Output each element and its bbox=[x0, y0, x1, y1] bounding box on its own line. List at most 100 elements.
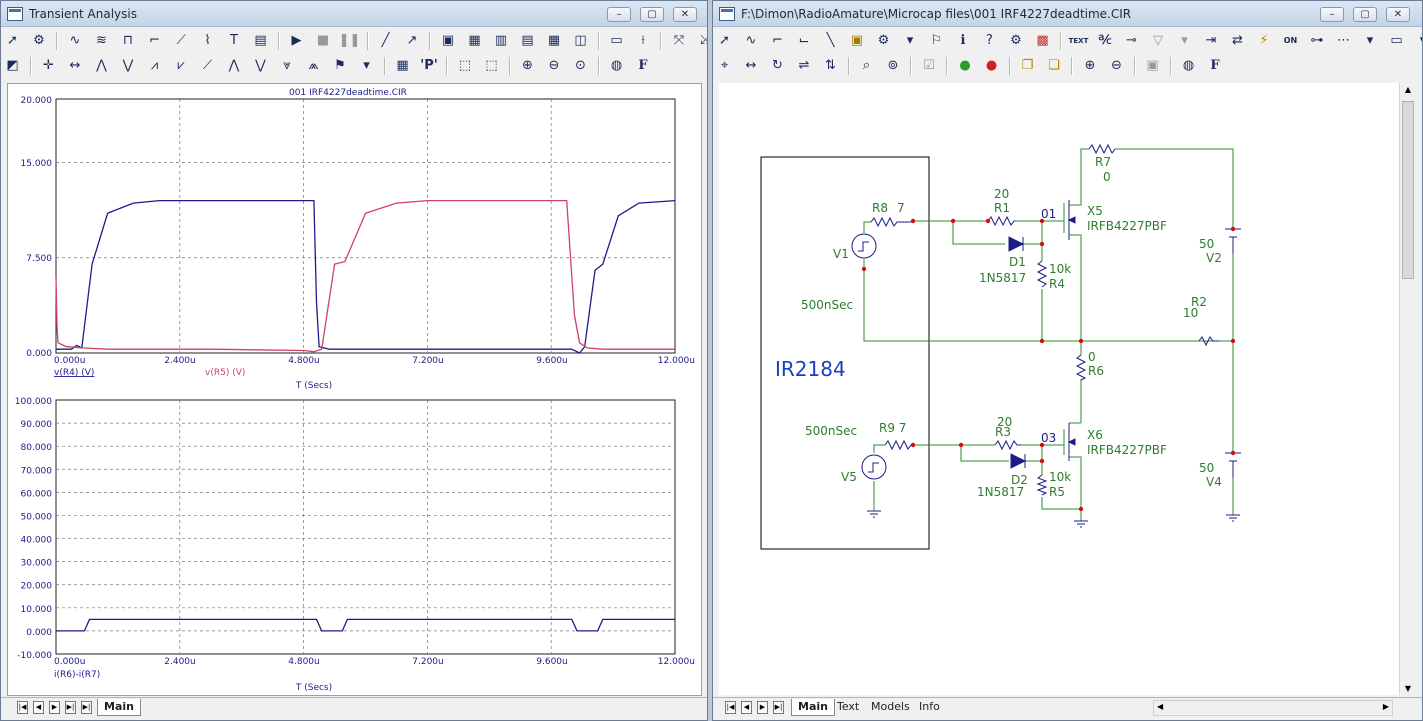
wire-icon[interactable]: ⌐ bbox=[766, 30, 789, 52]
cursor-icon[interactable]: ⟊ bbox=[632, 30, 655, 52]
graph-icon[interactable]: ⌇ bbox=[196, 30, 219, 52]
flip-horizontal-icon[interactable]: ↔ bbox=[740, 55, 763, 77]
select-arrow-icon[interactable]: ➚ bbox=[1, 30, 24, 52]
peak-icon[interactable]: ✛ bbox=[37, 55, 60, 77]
arrow-line-icon[interactable]: ↗ bbox=[401, 30, 424, 52]
stop-icon[interactable]: ■ bbox=[312, 30, 335, 52]
component-dropdown-icon[interactable]: ▾ bbox=[899, 30, 922, 52]
page-icon[interactable]: ▭ bbox=[1385, 30, 1408, 52]
color-palette-icon[interactable]: ◍ bbox=[1177, 55, 1200, 77]
tab-models[interactable]: Models bbox=[865, 699, 916, 716]
on-icon[interactable]: ON bbox=[1279, 30, 1302, 52]
properties-icon[interactable]: ▤ bbox=[249, 30, 272, 52]
text-icon[interactable]: T bbox=[223, 30, 246, 52]
legend-i-r6-r7[interactable]: i(R6)-i(R7) bbox=[54, 670, 100, 680]
grid-text-icon[interactable]: ▽ bbox=[1147, 30, 1170, 52]
maximize-button[interactable]: ▢ bbox=[640, 7, 664, 22]
step-icon[interactable]: ⌐ bbox=[143, 30, 166, 52]
low-icon[interactable]: ⋁ bbox=[117, 55, 140, 77]
horizontal-grid-icon[interactable]: ▤ bbox=[516, 30, 539, 52]
right-titlebar[interactable]: F:\Dimon\RadioAmature\Microcap files\001… bbox=[713, 1, 1422, 27]
tag-mode-icon[interactable]: ⬚ bbox=[454, 55, 477, 77]
probe-icon[interactable]: ⤧ bbox=[668, 30, 691, 52]
stop-red-icon[interactable]: ● bbox=[980, 55, 1003, 77]
go-to-y-icon[interactable]: ⩕ bbox=[302, 55, 325, 77]
tab-main[interactable]: Main bbox=[791, 699, 835, 716]
table-icon[interactable]: ▦ bbox=[391, 55, 414, 77]
close-button[interactable]: ✕ bbox=[1386, 7, 1410, 22]
ortho-wire-icon[interactable]: ⌙ bbox=[793, 30, 816, 52]
legend-v-r5[interactable]: v(R5) (V) bbox=[205, 368, 245, 378]
label-p-icon[interactable]: 'P' bbox=[418, 55, 441, 77]
slope-icon[interactable]: ⟋ bbox=[196, 55, 219, 77]
minimize-button[interactable]: – bbox=[607, 7, 631, 22]
panel-grid-icon[interactable]: ◫ bbox=[569, 30, 592, 52]
pause-icon[interactable]: ❚❚ bbox=[338, 30, 361, 52]
inflection-icon[interactable]: ⩘ bbox=[143, 55, 166, 77]
grid-dropdown2-icon[interactable]: ▾ bbox=[1359, 30, 1382, 52]
line-icon[interactable]: ╱ bbox=[374, 30, 397, 52]
pin-icon[interactable]: ⊸ bbox=[1120, 30, 1143, 52]
text-mode-icon[interactable]: ⬚ bbox=[480, 55, 503, 77]
prev-page-icon[interactable]: ◀ bbox=[741, 701, 752, 714]
run-icon[interactable]: ▶ bbox=[285, 30, 308, 52]
first-page-icon[interactable]: |◀ bbox=[725, 701, 736, 714]
current-icon[interactable]: ⇄ bbox=[1226, 30, 1249, 52]
legend-v-r4[interactable]: v(R4) (V) bbox=[54, 368, 94, 378]
last-page-icon[interactable]: ▶| bbox=[773, 701, 784, 714]
info-icon[interactable]: ℹ bbox=[952, 30, 975, 52]
prev-page-icon[interactable]: ◀ bbox=[33, 701, 44, 714]
valley-valley-icon[interactable]: ⋁ bbox=[249, 55, 272, 77]
select-arrow-icon[interactable]: ➚ bbox=[713, 30, 736, 52]
tab-text[interactable]: Text bbox=[831, 699, 865, 716]
go-to-x-icon[interactable]: ⩔ bbox=[276, 55, 299, 77]
flag-icon[interactable]: ⚐ bbox=[925, 30, 948, 52]
baseline-icon[interactable]: ▭ bbox=[605, 30, 628, 52]
tab-info[interactable]: Info bbox=[913, 699, 946, 716]
attr-text-icon[interactable]: ℀ bbox=[1094, 30, 1117, 52]
power-icon[interactable]: ⚡ bbox=[1253, 30, 1276, 52]
multi-wave-icon[interactable]: ≋ bbox=[90, 30, 113, 52]
component-icon[interactable]: ⚙ bbox=[872, 30, 895, 52]
wave-tool-icon[interactable]: ∿ bbox=[740, 30, 763, 52]
page-dropdown-icon[interactable]: ▾ bbox=[1412, 30, 1422, 52]
first-page-icon[interactable]: |◀ bbox=[17, 701, 28, 714]
node-numbers-icon[interactable]: ⇥ bbox=[1200, 30, 1223, 52]
copy-icon[interactable]: ❐ bbox=[1016, 55, 1039, 77]
camera-icon[interactable]: ▣ bbox=[1141, 55, 1164, 77]
mirror-icon[interactable]: ⇅ bbox=[819, 55, 842, 77]
component-icon[interactable]: ⚙ bbox=[28, 30, 51, 52]
pin-connect-icon[interactable]: ⊶ bbox=[1306, 30, 1329, 52]
close-button[interactable]: ✕ bbox=[673, 7, 697, 22]
vertical-grid-icon[interactable]: ▥ bbox=[490, 30, 513, 52]
grid-icon[interactable]: ▦ bbox=[463, 30, 486, 52]
peak-peak-icon[interactable]: ⋀ bbox=[223, 55, 246, 77]
minimize-button[interactable]: – bbox=[1320, 7, 1344, 22]
help-icon[interactable]: ? bbox=[978, 30, 1001, 52]
color-icon[interactable]: ▩ bbox=[1031, 30, 1054, 52]
left-titlebar[interactable]: Transient Analysis – ▢ ✕ bbox=[1, 1, 707, 27]
zoom-out-icon[interactable]: ⊖ bbox=[543, 55, 566, 77]
grid-dropdown-icon[interactable]: ▾ bbox=[1173, 30, 1196, 52]
high-icon[interactable]: ⋀ bbox=[90, 55, 113, 77]
scale-icon[interactable]: ◩ bbox=[1, 55, 24, 77]
text-toggle-icon[interactable]: TEXT bbox=[1067, 30, 1090, 52]
zoom-fit-icon[interactable]: ⊙ bbox=[569, 55, 592, 77]
tab-main[interactable]: Main bbox=[97, 699, 141, 716]
bus-icon[interactable]: ▣ bbox=[846, 30, 869, 52]
zoom-in-icon[interactable]: ⊕ bbox=[1079, 55, 1102, 77]
plot-canvas[interactable]: 001 IRF4227deadtime.CIR 20.000 15.000 7.… bbox=[7, 83, 702, 696]
maximize-button[interactable]: ▢ bbox=[1353, 7, 1377, 22]
last-page-icon[interactable]: ▶| bbox=[65, 701, 76, 714]
flip-icon[interactable]: ⇌ bbox=[793, 55, 816, 77]
ramp-icon[interactable]: ⟋ bbox=[170, 30, 193, 52]
font-icon[interactable]: F bbox=[632, 55, 655, 77]
frame-icon[interactable]: ▣ bbox=[437, 30, 460, 52]
check-icon[interactable]: ☑ bbox=[918, 55, 941, 77]
find-icon[interactable]: ⌕ bbox=[855, 55, 878, 77]
rotate-icon[interactable]: ↻ bbox=[766, 55, 789, 77]
global-high-icon[interactable]: ⩗ bbox=[170, 55, 193, 77]
tag-icon[interactable]: ⚑ bbox=[329, 55, 352, 77]
next-page-icon[interactable]: ▶ bbox=[757, 701, 768, 714]
fit-icon[interactable]: ⌖ bbox=[713, 55, 736, 77]
